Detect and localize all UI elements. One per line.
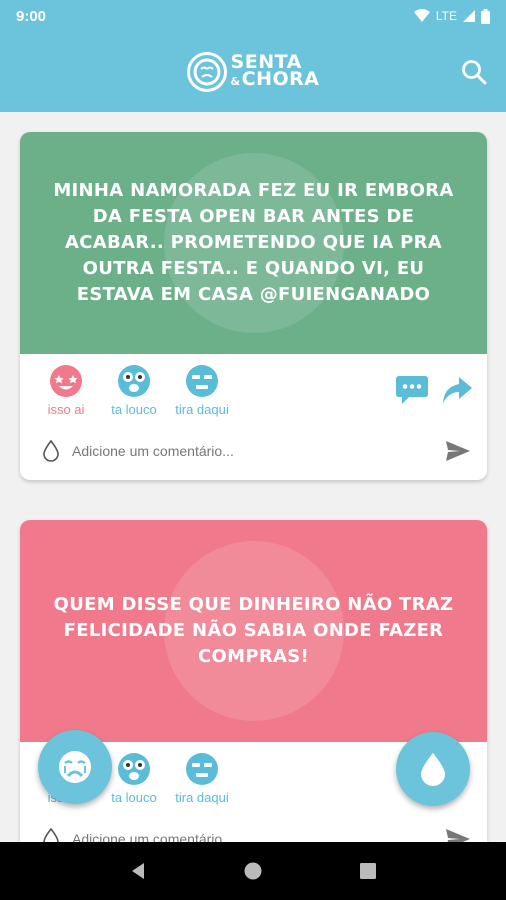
reaction-label: tira daqui (175, 402, 229, 417)
post-card: MINHA NAMORADA FEZ EU IR EMBORA DA FESTA… (20, 132, 487, 480)
home-icon[interactable] (243, 861, 263, 881)
reaction-ta-louco[interactable]: ta louco (104, 752, 164, 805)
status-icons: LTE (413, 8, 490, 24)
star-eyes-face-icon (50, 365, 82, 397)
drop-icon (421, 753, 445, 786)
post-banner: MINHA NAMORADA FEZ EU IR EMBORA DA FESTA… (20, 132, 487, 354)
logo-mark-icon (186, 52, 227, 92)
app-bar: SENTA & CHORA (0, 32, 506, 112)
network-type: LTE (435, 9, 457, 23)
system-nav-bar (0, 842, 506, 900)
reaction-label: ta louco (111, 402, 157, 417)
comment-bar: Adicione um comentário... (20, 426, 487, 476)
post-text: MINHA NAMORADA FEZ EU IR EMBORA DA FESTA… (53, 180, 454, 305)
comment-input[interactable]: Adicione um comentário... (72, 443, 234, 459)
reaction-label: tira daqui (175, 790, 229, 805)
reaction-label: ta louco (111, 790, 157, 805)
shocked-face-icon (118, 753, 150, 785)
logo-text: SENTA & CHORA (230, 53, 320, 90)
reaction-ta-louco[interactable]: ta louco (104, 364, 164, 417)
app-logo[interactable]: SENTA & CHORA (186, 52, 320, 92)
share-icon[interactable] (441, 375, 473, 405)
recents-icon[interactable] (358, 861, 378, 881)
wifi-icon (413, 9, 430, 22)
search-button[interactable] (460, 58, 488, 86)
status-bar: 9:00 LTE (0, 0, 506, 32)
reaction-tira-daqui[interactable]: tira daqui (172, 752, 232, 805)
search-icon (462, 60, 487, 85)
send-icon[interactable] (445, 440, 471, 462)
annoyed-face-icon (186, 365, 218, 397)
post-text: QUEM DISSE QUE DINHEIRO NÃO TRAZ FELICID… (53, 594, 454, 667)
reaction-tira-daqui[interactable]: tira daqui (172, 364, 232, 417)
post-banner: QUEM DISSE QUE DINHEIRO NÃO TRAZ FELICID… (20, 520, 487, 742)
logo-line2: CHORA (241, 68, 320, 90)
annoyed-face-icon (186, 753, 218, 785)
comment-icon[interactable] (395, 374, 429, 406)
drop-icon (43, 440, 59, 462)
status-time: 9:00 (16, 7, 47, 25)
post-actions (395, 374, 473, 406)
drop-fab-button[interactable] (396, 732, 470, 806)
signal-icon (463, 10, 475, 22)
reaction-label: isso ai (47, 402, 85, 417)
reaction-isso-ai[interactable]: isso ai (36, 364, 96, 417)
back-icon[interactable] (128, 861, 148, 881)
logo-amp: & (230, 75, 241, 88)
reaction-bar: isso ai ta louco tira daqui (20, 354, 487, 426)
battery-icon (481, 8, 490, 24)
crying-face-icon (59, 751, 91, 783)
post-card: QUEM DISSE QUE DINHEIRO NÃO TRAZ FELICID… (20, 520, 487, 860)
cry-fab-button[interactable] (38, 730, 112, 804)
shocked-face-icon (118, 365, 150, 397)
